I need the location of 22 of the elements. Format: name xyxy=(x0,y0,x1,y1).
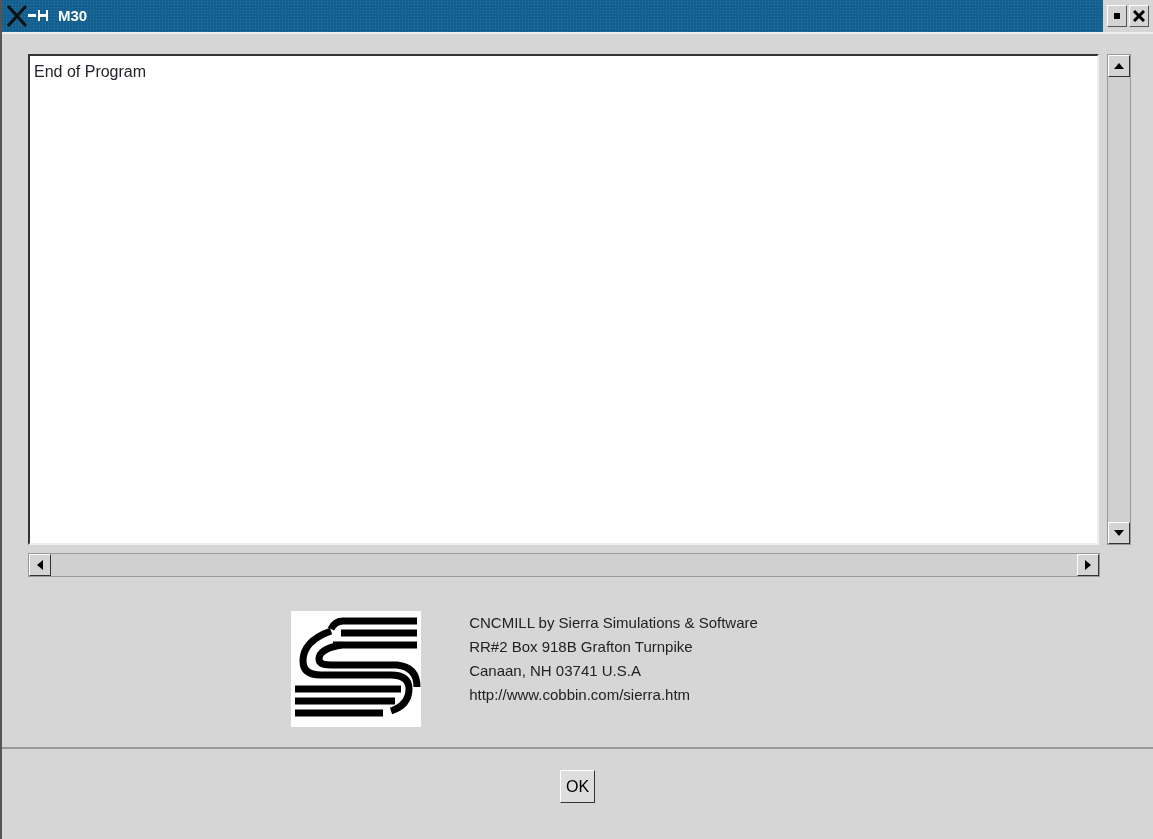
left-arrow-icon xyxy=(37,560,43,570)
about-text: RR#2 Box 918B Grafton Turnpike xyxy=(469,637,694,657)
right-arrow-icon xyxy=(1085,560,1091,570)
output-text-area[interactable]: End of Program xyxy=(28,54,1099,545)
scroll-down-button[interactable] xyxy=(1108,522,1130,544)
about-text: http://www.cobbin.com/sierra.htm xyxy=(469,685,692,705)
close-button[interactable] xyxy=(1129,5,1149,27)
horizontal-scrollbar[interactable] xyxy=(28,553,1100,577)
scroll-left-button[interactable] xyxy=(29,554,51,576)
scroll-up-button[interactable] xyxy=(1108,55,1130,77)
square-icon xyxy=(1114,13,1120,19)
up-arrow-icon xyxy=(1114,63,1124,69)
maximize-button[interactable] xyxy=(1107,5,1127,27)
scroll-right-button[interactable] xyxy=(1077,554,1099,576)
output-line: End of Program xyxy=(34,62,147,82)
window-title: M30 xyxy=(58,5,88,26)
ok-button[interactable]: OK xyxy=(559,770,596,804)
about-text: CNCMILL by Sierra Simulations & Software xyxy=(469,613,758,633)
vertical-scrollbar[interactable] xyxy=(1107,54,1131,545)
close-icon xyxy=(1133,10,1145,22)
down-arrow-icon xyxy=(1114,530,1124,536)
about-text: Canaan, NH 03741 U.S.A xyxy=(469,661,642,681)
